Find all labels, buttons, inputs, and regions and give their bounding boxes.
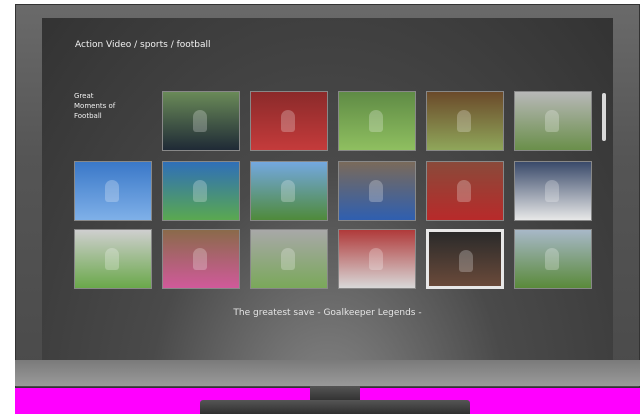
video-thumbnail[interactable] <box>338 229 416 289</box>
video-thumbnail[interactable] <box>250 229 328 289</box>
player-running-pitch-photo <box>105 248 119 270</box>
video-thumbnail[interactable] <box>162 91 240 151</box>
video-thumbnail[interactable] <box>74 229 152 289</box>
goalkeeper-night-punch-photo <box>459 250 473 272</box>
team-photo-white-photo <box>545 248 559 270</box>
stadium-stands-photo <box>545 110 559 132</box>
goalkeeper-green-dive-photo <box>193 180 207 202</box>
video-thumbnail[interactable] <box>162 229 240 289</box>
goalkeeper-blue-jersey-photo <box>369 180 383 202</box>
video-thumbnail[interactable] <box>514 161 592 221</box>
video-thumbnail[interactable] <box>514 91 592 151</box>
video-thumbnail[interactable] <box>162 161 240 221</box>
slide-tackle-photo <box>457 110 471 132</box>
video-thumbnail[interactable] <box>426 229 504 289</box>
video-thumbnail[interactable] <box>426 91 504 151</box>
tv-screen: Action Video / sports / football Great M… <box>42 18 613 360</box>
video-thumbnail[interactable] <box>514 229 592 289</box>
video-thumbnail[interactable] <box>338 161 416 221</box>
header-player-sky-photo <box>105 180 119 202</box>
video-thumbnail[interactable] <box>74 161 152 221</box>
two-players-red-black-photo <box>457 180 471 202</box>
video-thumbnail[interactable] <box>426 161 504 221</box>
tv-stand-neck <box>310 386 360 400</box>
players-white-celebrate-photo <box>545 180 559 202</box>
players-legs-field-photo <box>369 110 383 132</box>
stadium-crowd-photo <box>193 110 207 132</box>
video-thumbnail[interactable] <box>250 91 328 151</box>
video-thumbnail[interactable] <box>250 161 328 221</box>
breadcrumb: Action Video / sports / football <box>75 40 211 50</box>
team-celebration-red-photo <box>281 110 295 132</box>
goal-net-stadium-photo <box>369 248 383 270</box>
selected-video-caption: The greatest save - Goalkeeper Legends - <box>233 308 422 318</box>
category-label: Great Moments of Football <box>74 92 116 120</box>
overhead-kick-sky-photo <box>281 180 295 202</box>
scrollbar[interactable] <box>602 93 606 141</box>
goalkeeper-in-goal-photo <box>281 248 295 270</box>
video-thumbnail[interactable] <box>338 91 416 151</box>
tv-bezel-bottom <box>15 360 640 386</box>
tv-stand-base <box>200 400 470 414</box>
goalkeeper-pink-save-photo <box>193 248 207 270</box>
